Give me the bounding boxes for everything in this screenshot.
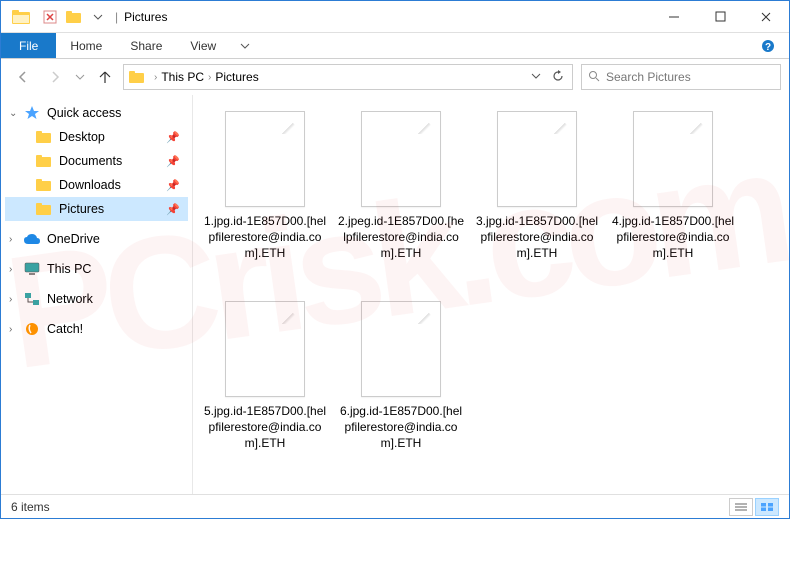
files-view[interactable]: 1.jpg.id-1E857D00.[helpfilerestore@india…	[193, 95, 789, 494]
back-button[interactable]	[9, 63, 37, 91]
folder-icon	[35, 200, 53, 218]
file-item[interactable]: 4.jpg.id-1E857D00.[helpfilerestore@india…	[605, 105, 741, 295]
qat-properties-icon[interactable]	[39, 6, 61, 28]
quick-access-label: Quick access	[47, 106, 121, 120]
address-dropdown-icon[interactable]	[526, 70, 546, 85]
status-item-count: 6 items	[11, 500, 50, 514]
file-name: 3.jpg.id-1E857D00.[helpfilerestore@india…	[473, 213, 601, 262]
search-icon	[588, 70, 600, 85]
file-item[interactable]: 1.jpg.id-1E857D00.[helpfilerestore@india…	[197, 105, 333, 295]
thumbnails-view-button[interactable]	[755, 498, 779, 516]
tab-view[interactable]: View	[176, 33, 230, 58]
sidebar-item-label: This PC	[47, 262, 91, 276]
chevron-right-icon[interactable]: ›	[9, 324, 21, 335]
file-item[interactable]: 5.jpg.id-1E857D00.[helpfilerestore@india…	[197, 295, 333, 485]
onedrive-icon	[23, 230, 41, 248]
title-separator: |	[115, 10, 118, 24]
maximize-button[interactable]	[697, 2, 743, 32]
minimize-button[interactable]	[651, 2, 697, 32]
window-title: Pictures	[124, 10, 167, 24]
sidebar-item-label: OneDrive	[47, 232, 100, 246]
recent-locations-button[interactable]	[73, 63, 87, 91]
pin-icon: 📌	[166, 203, 180, 216]
qat-newfolder-icon[interactable]	[63, 6, 85, 28]
file-item[interactable]: 2.jpeg.id-1E857D00.[helpfilerestore@indi…	[333, 105, 469, 295]
tab-home[interactable]: Home	[56, 33, 116, 58]
view-toggles	[729, 498, 779, 516]
navigation-bar: › This PC › Pictures Search Pictures	[1, 59, 789, 95]
pin-icon: 📌	[166, 131, 180, 144]
address-folder-icon	[128, 68, 146, 86]
file-item[interactable]: 3.jpg.id-1E857D00.[helpfilerestore@india…	[469, 105, 605, 295]
ribbon-expand-icon[interactable]	[230, 33, 260, 58]
breadcrumb-pictures[interactable]: Pictures	[215, 70, 258, 84]
folder-icon	[35, 152, 53, 170]
quick-access-toolbar	[39, 6, 109, 28]
breadcrumb-thispc[interactable]: This PC	[161, 70, 204, 84]
sidebar-item-label: Downloads	[59, 178, 121, 192]
chevron-right-icon[interactable]: ›	[208, 72, 211, 83]
thispc-icon	[23, 260, 41, 278]
chevron-right-icon[interactable]: ›	[9, 234, 21, 245]
pin-icon: 📌	[166, 155, 180, 168]
file-tab[interactable]: File	[1, 33, 56, 58]
star-icon	[23, 104, 41, 122]
file-name: 5.jpg.id-1E857D00.[helpfilerestore@india…	[201, 403, 329, 452]
folder-icon	[35, 128, 53, 146]
titlebar-left: | Pictures	[1, 1, 167, 32]
network-icon	[23, 290, 41, 308]
sidebar-item-thispc[interactable]: › This PC	[5, 257, 188, 281]
sidebar-item-catch[interactable]: › Catch!	[5, 317, 188, 341]
chevron-right-icon[interactable]: ›	[9, 264, 21, 275]
chevron-down-icon[interactable]: ⌄	[9, 108, 21, 119]
sidebar-item-label: Desktop	[59, 130, 105, 144]
file-name: 6.jpg.id-1E857D00.[helpfilerestore@india…	[337, 403, 465, 452]
file-item[interactable]: 6.jpg.id-1E857D00.[helpfilerestore@india…	[333, 295, 469, 485]
file-name: 2.jpeg.id-1E857D00.[helpfilerestore@indi…	[337, 213, 465, 262]
svg-text:?: ?	[765, 42, 771, 53]
search-placeholder: Search Pictures	[606, 70, 691, 84]
file-icon	[225, 301, 305, 397]
sidebar-item-pictures[interactable]: Pictures 📌	[5, 197, 188, 221]
sidebar-item-onedrive[interactable]: › OneDrive	[5, 227, 188, 251]
sidebar-item-label: Catch!	[47, 322, 83, 336]
file-icon	[497, 111, 577, 207]
catch-icon	[23, 320, 41, 338]
forward-button[interactable]	[41, 63, 69, 91]
sidebar-item-downloads[interactable]: Downloads 📌	[5, 173, 188, 197]
sidebar-quick-access[interactable]: ⌄ Quick access	[5, 101, 188, 125]
sidebar-item-label: Documents	[59, 154, 122, 168]
up-button[interactable]	[91, 63, 119, 91]
tab-share[interactable]: Share	[116, 33, 176, 58]
address-bar[interactable]: › This PC › Pictures	[123, 64, 573, 90]
sidebar-item-documents[interactable]: Documents 📌	[5, 149, 188, 173]
sidebar-item-network[interactable]: › Network	[5, 287, 188, 311]
file-name: 1.jpg.id-1E857D00.[helpfilerestore@india…	[201, 213, 329, 262]
help-icon[interactable]: ?	[753, 33, 783, 58]
sidebar-item-desktop[interactable]: Desktop 📌	[5, 125, 188, 149]
sidebar-item-label: Network	[47, 292, 93, 306]
sidebar-item-label: Pictures	[59, 202, 104, 216]
content-area: ⌄ Quick access Desktop📌Documents📌Downloa…	[1, 95, 789, 494]
folder-icon	[35, 176, 53, 194]
file-icon	[225, 111, 305, 207]
titlebar: | Pictures	[1, 1, 789, 33]
navigation-pane: ⌄ Quick access Desktop📌Documents📌Downloa…	[1, 95, 193, 494]
ribbon: File Home Share View ?	[1, 33, 789, 59]
pin-icon: 📌	[166, 179, 180, 192]
qat-customize-icon[interactable]	[87, 6, 109, 28]
explorer-icon[interactable]	[7, 3, 35, 31]
file-icon	[633, 111, 713, 207]
file-icon	[361, 111, 441, 207]
details-view-button[interactable]	[729, 498, 753, 516]
file-name: 4.jpg.id-1E857D00.[helpfilerestore@india…	[609, 213, 737, 262]
search-input[interactable]: Search Pictures	[581, 64, 781, 90]
window-controls	[651, 2, 789, 32]
status-bar: 6 items	[1, 494, 789, 518]
file-icon	[361, 301, 441, 397]
refresh-icon[interactable]	[548, 70, 568, 85]
chevron-right-icon[interactable]: ›	[9, 294, 21, 305]
chevron-right-icon[interactable]: ›	[154, 72, 157, 83]
close-button[interactable]	[743, 2, 789, 32]
